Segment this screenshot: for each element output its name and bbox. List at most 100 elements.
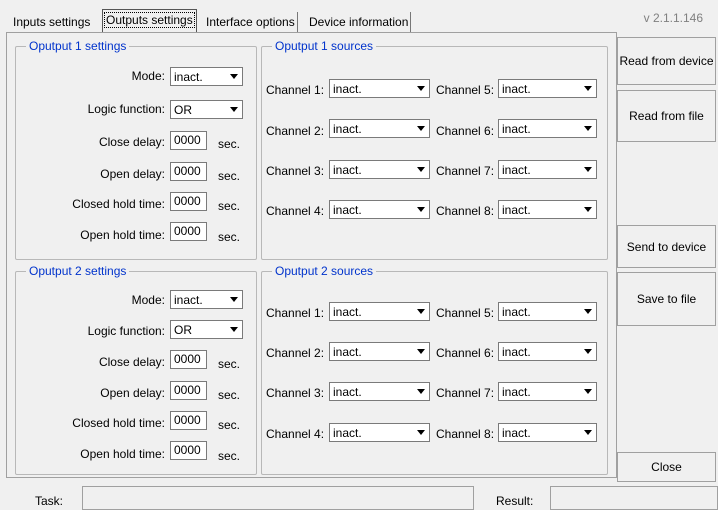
output1-close-delay-label: Close delay: bbox=[98, 135, 165, 149]
chevron-down-icon[interactable] bbox=[580, 202, 595, 217]
output1-mode-value: inact. bbox=[174, 70, 203, 84]
chevron-down-icon[interactable] bbox=[413, 81, 428, 96]
task-label: Task: bbox=[35, 494, 64, 508]
chevron-down-icon[interactable] bbox=[580, 81, 595, 96]
output2-open-delay-label: Open delay: bbox=[100, 386, 165, 400]
version-label: v 2.1.1.146 bbox=[643, 11, 703, 25]
output2-open-delay-unit: sec. bbox=[218, 388, 241, 402]
output2-mode-value: inact. bbox=[174, 293, 203, 307]
output2-channel8-select[interactable]: inact. bbox=[498, 423, 597, 442]
output2-channel7-label: Channel 7: bbox=[436, 386, 495, 400]
output2-closed-hold-unit: sec. bbox=[218, 418, 241, 432]
output2-mode-select[interactable]: inact. bbox=[170, 290, 243, 309]
result-label: Result: bbox=[496, 494, 534, 508]
output1-channel2-select[interactable]: inact. bbox=[329, 119, 430, 138]
chevron-down-icon[interactable] bbox=[226, 102, 241, 117]
chevron-down-icon[interactable] bbox=[580, 384, 595, 399]
output1-open-delay-field[interactable]: 0000 bbox=[170, 162, 207, 181]
output2-channel5-label: Channel 5: bbox=[436, 306, 495, 320]
output1-channel1-select[interactable]: inact. bbox=[329, 79, 430, 98]
output2-mode-label: Mode: bbox=[131, 293, 165, 307]
tab-inputs-settings[interactable]: Inputs settings bbox=[11, 12, 92, 32]
chevron-down-icon[interactable] bbox=[413, 121, 428, 136]
tab-outputs-settings[interactable]: Outputs settings bbox=[102, 9, 197, 33]
output2-channel3-value: inact. bbox=[333, 385, 362, 399]
output2-channel6-value: inact. bbox=[502, 345, 531, 359]
chevron-down-icon[interactable] bbox=[413, 344, 428, 359]
output1-close-delay-field[interactable]: 0000 bbox=[170, 131, 207, 150]
output1-open-hold-unit: sec. bbox=[218, 230, 241, 244]
output1-channel6-select[interactable]: inact. bbox=[498, 119, 597, 138]
close-button[interactable]: Close bbox=[617, 452, 716, 482]
output2-channel2-value: inact. bbox=[333, 345, 362, 359]
output1-channel8-label: Channel 8: bbox=[436, 204, 495, 218]
chevron-down-icon[interactable] bbox=[226, 322, 241, 337]
chevron-down-icon[interactable] bbox=[413, 304, 428, 319]
output1-channel8-value: inact. bbox=[502, 203, 531, 217]
output2-channel3-select[interactable]: inact. bbox=[329, 382, 430, 401]
chevron-down-icon[interactable] bbox=[413, 202, 428, 217]
output1-mode-select[interactable]: inact. bbox=[170, 67, 243, 86]
read-from-file-button[interactable]: Read from file bbox=[617, 90, 716, 142]
output2-channel5-select[interactable]: inact. bbox=[498, 302, 597, 321]
output2-channel1-label: Channel 1: bbox=[266, 306, 325, 320]
output1-channel5-label: Channel 5: bbox=[436, 83, 495, 97]
output1-channel3-label: Channel 3: bbox=[266, 164, 325, 178]
output1-channel4-value: inact. bbox=[333, 203, 362, 217]
output2-logic-select[interactable]: OR bbox=[170, 320, 243, 339]
output1-channel5-select[interactable]: inact. bbox=[498, 79, 597, 98]
chevron-down-icon[interactable] bbox=[580, 425, 595, 440]
output1-channel3-value: inact. bbox=[333, 163, 362, 177]
output1-channel1-value: inact. bbox=[333, 82, 362, 96]
output1-closed-hold-field[interactable]: 0000 bbox=[170, 192, 207, 211]
output1-channel4-label: Channel 4: bbox=[266, 204, 325, 218]
output2-channel7-select[interactable]: inact. bbox=[498, 382, 597, 401]
output1-channel2-value: inact. bbox=[333, 122, 362, 136]
output1-open-hold-field[interactable]: 0000 bbox=[170, 222, 207, 241]
task-field bbox=[82, 486, 474, 510]
chevron-down-icon[interactable] bbox=[580, 304, 595, 319]
chevron-down-icon[interactable] bbox=[226, 292, 241, 307]
output1-channel2-label: Channel 2: bbox=[266, 124, 325, 138]
output1-channel1-label: Channel 1: bbox=[266, 83, 325, 97]
output2-channel6-select[interactable]: inact. bbox=[498, 342, 597, 361]
output2-logic-label: Logic function: bbox=[87, 324, 165, 338]
chevron-down-icon[interactable] bbox=[226, 69, 241, 84]
output2-channel4-select[interactable]: inact. bbox=[329, 423, 430, 442]
output2-channel4-value: inact. bbox=[333, 426, 362, 440]
save-to-file-button[interactable]: Save to file bbox=[617, 272, 716, 326]
output2-channel2-select[interactable]: inact. bbox=[329, 342, 430, 361]
send-to-device-button[interactable]: Send to device bbox=[617, 225, 716, 268]
chevron-down-icon[interactable] bbox=[413, 384, 428, 399]
read-from-device-button[interactable]: Read from device bbox=[617, 37, 716, 85]
output2-settings-title: Oputput 2 settings bbox=[26, 264, 130, 278]
chevron-down-icon[interactable] bbox=[413, 162, 428, 177]
output1-mode-label: Mode: bbox=[131, 69, 165, 83]
output1-channel4-select[interactable]: inact. bbox=[329, 200, 430, 219]
output1-logic-select[interactable]: OR bbox=[170, 100, 243, 119]
output2-close-delay-field[interactable]: 0000 bbox=[170, 350, 207, 369]
chevron-down-icon[interactable] bbox=[580, 344, 595, 359]
output2-closed-hold-label: Closed hold time: bbox=[72, 416, 165, 430]
output1-channel3-select[interactable]: inact. bbox=[329, 160, 430, 179]
output2-logic-value: OR bbox=[174, 323, 192, 337]
output2-open-delay-field[interactable]: 0000 bbox=[170, 381, 207, 400]
output1-channel5-value: inact. bbox=[502, 82, 531, 96]
chevron-down-icon[interactable] bbox=[413, 425, 428, 440]
output1-channel8-select[interactable]: inact. bbox=[498, 200, 597, 219]
output2-channel1-select[interactable]: inact. bbox=[329, 302, 430, 321]
output2-channel8-value: inact. bbox=[502, 426, 531, 440]
output2-channel3-label: Channel 3: bbox=[266, 386, 325, 400]
chevron-down-icon[interactable] bbox=[580, 162, 595, 177]
output2-open-hold-field[interactable]: 0000 bbox=[170, 441, 207, 460]
output1-sources-title: Oputput 1 sources bbox=[272, 39, 377, 53]
output1-logic-value: OR bbox=[174, 103, 192, 117]
output2-channel7-value: inact. bbox=[502, 385, 531, 399]
tab-outputs-settings-label: Outputs settings bbox=[104, 12, 195, 28]
tab-device-information[interactable]: Device information bbox=[307, 12, 412, 32]
output1-channel7-select[interactable]: inact. bbox=[498, 160, 597, 179]
chevron-down-icon[interactable] bbox=[580, 121, 595, 136]
output2-closed-hold-field[interactable]: 0000 bbox=[170, 411, 207, 430]
tab-interface-options[interactable]: Interface options bbox=[204, 12, 298, 32]
output1-open-delay-label: Open delay: bbox=[100, 167, 165, 181]
